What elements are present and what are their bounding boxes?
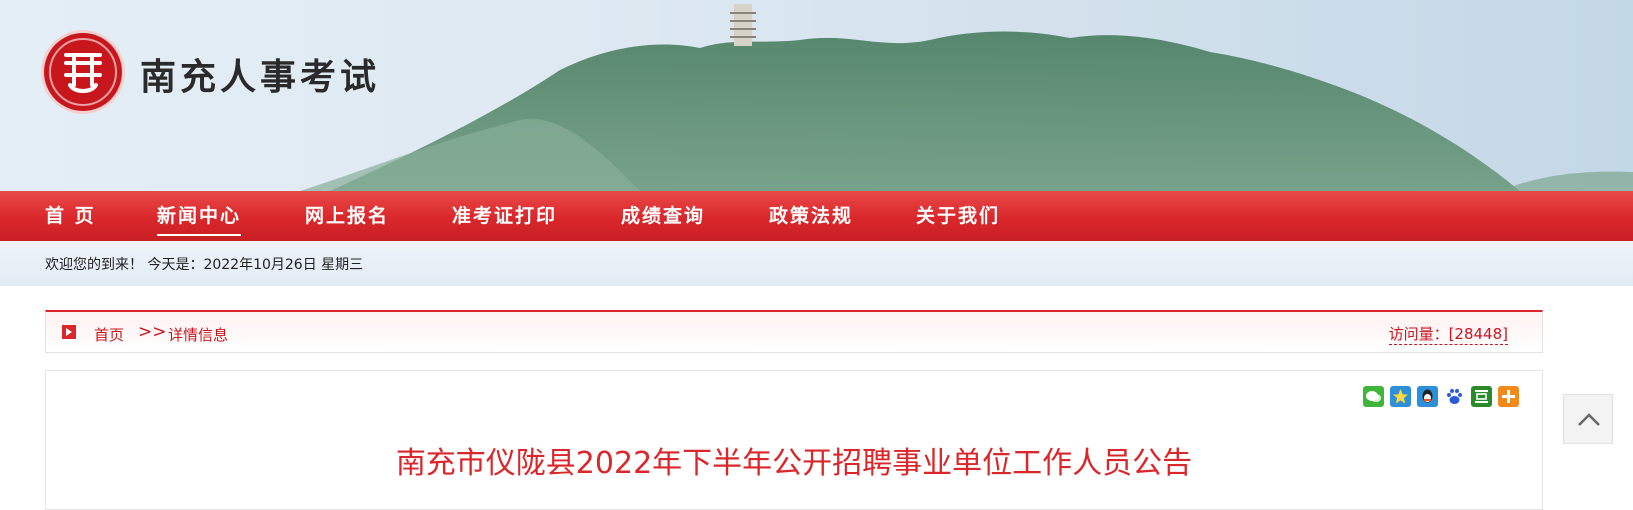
breadcrumb: 首页 >> 详情信息 访问量：[28448] (45, 310, 1543, 353)
breadcrumb-arrow-icon (62, 325, 76, 339)
nav-item-news[interactable]: 新闻中心 (157, 191, 242, 241)
nav-item-about-us[interactable]: 关于我们 (916, 191, 1000, 241)
baidu-icon[interactable] (1444, 386, 1465, 407)
main-nav: 首 页 新闻中心 网上报名 准考证打印 成绩查询 政策法规 关于我们 (0, 191, 1633, 241)
breadcrumb-separator: >> (138, 322, 167, 342)
wechat-icon[interactable] (1363, 386, 1384, 407)
header-banner: 南充人事考试 (0, 0, 1633, 191)
breadcrumb-current[interactable]: 详情信息 (168, 324, 228, 345)
article-title: 南充市仪陇县2022年下半年公开招聘事业单位工作人员公告 (395, 446, 1193, 481)
nav-item-registration[interactable]: 网上报名 (305, 191, 389, 241)
welcome-bar: 欢迎您的到来！ 今天是：2022年10月26日 星期三 (0, 241, 1633, 286)
site-title: 南充人事考试 (140, 57, 381, 98)
site-logo[interactable] (44, 33, 122, 111)
breadcrumb-home-link[interactable]: 首页 (94, 324, 124, 345)
logo-emblem-icon (49, 38, 117, 106)
qzone-icon[interactable] (1390, 386, 1411, 407)
welcome-text: 欢迎您的到来！ 今天是：2022年10月26日 星期三 (45, 257, 364, 273)
nav-item-policies[interactable]: 政策法规 (769, 191, 853, 241)
nav-item-score-query[interactable]: 成绩查询 (621, 191, 705, 241)
more-share-icon[interactable] (1498, 386, 1519, 407)
visit-counter: 访问量：[28448] (1388, 325, 1508, 345)
chevron-up-icon (1578, 413, 1600, 426)
back-to-top-button[interactable] (1563, 394, 1613, 444)
qq-icon[interactable] (1417, 386, 1438, 407)
nav-item-home[interactable]: 首 页 (45, 191, 96, 241)
douban-icon[interactable] (1471, 386, 1492, 407)
nav-item-admission-ticket[interactable]: 准考证打印 (452, 191, 557, 241)
